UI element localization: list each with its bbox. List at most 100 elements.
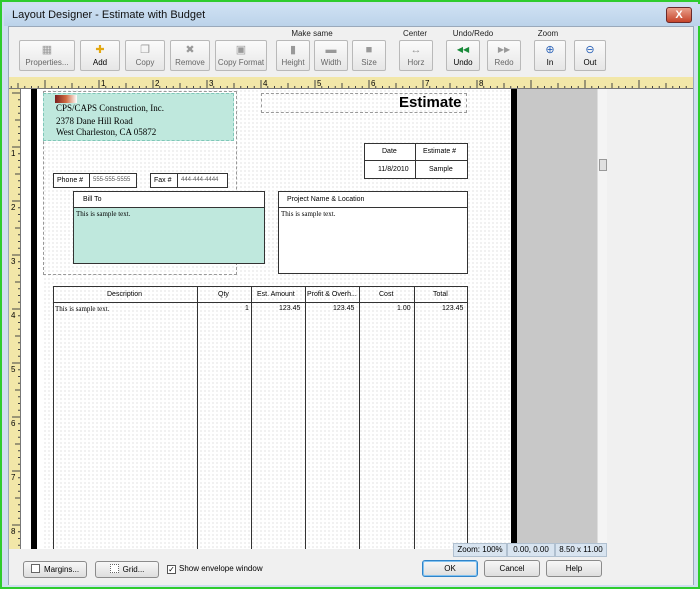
row-total: 123.45 (442, 305, 464, 312)
add-button[interactable]: ✚ Add (80, 40, 120, 71)
ruler-label: 8 (11, 527, 16, 536)
cancel-button[interactable]: Cancel (484, 560, 540, 577)
make-same-height-button[interactable]: ▮ Height (276, 40, 310, 71)
center-horizontal-icon: ↔ (410, 44, 422, 56)
copy-format-icon: ▣ (235, 44, 247, 56)
scrollbar-thumb[interactable] (599, 159, 607, 171)
bottom-bar: Margins... Grid... ✓ Show envelope window… (9, 557, 693, 585)
phone-label: Phone # (57, 177, 84, 184)
column-header-qty: Qty (218, 291, 229, 298)
ruler-label: 2 (11, 203, 16, 212)
envelope-label: Show envelope window (179, 564, 263, 573)
project-text: This is sample text. (281, 210, 336, 218)
row-description: This is sample text. (55, 305, 110, 313)
page-size-status: 8.50 x 11.00 (555, 543, 607, 557)
undo-icon: ◀◀ (456, 45, 470, 54)
column-header-est-amount: Est. Amount (257, 291, 295, 298)
estimate-heading: Estimate (399, 94, 462, 111)
dialog-client: Make same Center Undo/Redo Zoom ▦ Proper… (8, 26, 694, 585)
redo-button[interactable]: ▶▶ Redo (487, 40, 521, 71)
project-box[interactable] (278, 191, 468, 274)
help-button[interactable]: Help (546, 560, 602, 577)
company-name: CPS/CAPS Construction, Inc. (56, 103, 165, 113)
ruler-label: 5 (317, 79, 322, 88)
ruler-label: 2 (155, 79, 160, 88)
company-street: 2378 Dane Hill Road (56, 116, 133, 126)
height-icon: ▮ (289, 44, 297, 56)
envelope-checkbox[interactable]: ✓ (167, 565, 176, 574)
column-header-profit-overhead: Profit & Overh... (307, 291, 357, 298)
make-same-width-button[interactable]: ▬ Width (314, 40, 348, 71)
undo-redo-group-label: Undo/Redo (452, 29, 494, 38)
project-label: Project Name & Location (287, 196, 365, 203)
remove-icon: ✖ (185, 44, 195, 56)
ruler-label: 1 (11, 149, 16, 158)
column-header-total: Total (433, 291, 448, 298)
zoom-in-icon: ⊕ (545, 44, 555, 56)
vertical-ruler: 1 2 3 4 5 6 7 8 (9, 89, 21, 549)
row-cost: 1.00 (397, 305, 411, 312)
phone-value: 555-555-5555 (93, 177, 131, 183)
window-title: Layout Designer - Estimate with Budget (12, 9, 206, 21)
copy-format-button[interactable]: ▣ Copy Format (215, 40, 267, 71)
properties-button[interactable]: ▦ Properties... (19, 40, 75, 71)
zoom-in-button[interactable]: ⊕ In (534, 40, 566, 71)
ruler-label: 3 (11, 257, 16, 266)
estimate-number-value: Sample (429, 166, 453, 173)
grid-icon (109, 564, 119, 573)
title-bar[interactable]: Layout Designer - Estimate with Budget X (4, 4, 700, 26)
left-margin-bar (31, 89, 37, 549)
fax-label: Fax # (154, 177, 172, 184)
column-header-description: Description (107, 291, 143, 298)
fax-value: 444-444-4444 (181, 177, 219, 183)
column-header-cost: Cost (379, 291, 394, 298)
estimate-number-label: Estimate # (423, 148, 457, 155)
row-qty: 1 (245, 305, 249, 312)
zoom-out-button[interactable]: ⊖ Out (574, 40, 606, 71)
bill-to-label: Bill To (83, 196, 102, 203)
form-page[interactable]: CPS/CAPS Construction, Inc. 2378 Dane Hi… (43, 89, 510, 549)
add-icon: ✚ (95, 44, 105, 56)
toolbar: Make same Center Undo/Redo Zoom ▦ Proper… (9, 27, 693, 77)
horizontal-ruler-ticks: 1 2 3 4 5 6 7 8 (10, 79, 687, 88)
make-same-size-button[interactable]: ■ Size (352, 40, 386, 71)
copy-icon: ❐ (140, 44, 150, 56)
layout-canvas[interactable]: CPS/CAPS Construction, Inc. 2378 Dane Hi… (21, 89, 597, 549)
zoom-status: Zoom: 100% (453, 543, 507, 557)
window-frame: Layout Designer - Estimate with Budget X… (0, 0, 700, 589)
zoom-out-icon: ⊖ (585, 44, 595, 56)
date-label: Date (382, 148, 397, 155)
ruler-label: 3 (209, 79, 214, 88)
coordinates-status: 0.00, 0.00 (507, 543, 555, 557)
vertical-scrollbar[interactable] (597, 89, 607, 549)
line-items-table[interactable] (53, 286, 468, 549)
margins-button[interactable]: Margins... (23, 561, 87, 578)
row-est-amount: 123.45 (279, 305, 301, 312)
size-icon: ■ (365, 44, 373, 56)
bill-to-text: This is sample text. (76, 210, 131, 218)
ruler-label: 8 (479, 79, 484, 88)
ruler-label: 1 (101, 79, 106, 88)
close-button[interactable]: X (666, 7, 692, 23)
envelope-option[interactable]: ✓ Show envelope window (167, 564, 263, 574)
vertical-ruler-ticks: 1 2 3 4 5 6 7 8 (11, 92, 20, 546)
zoom-group-label: Zoom (537, 29, 559, 38)
center-horizontal-button[interactable]: ↔ Horz (399, 40, 433, 71)
undo-button[interactable]: ◀◀ Undo (446, 40, 480, 71)
row-profit-overhead: 123.45 (333, 305, 355, 312)
company-logo (55, 95, 77, 103)
ruler-label: 7 (425, 79, 430, 88)
ruler-label: 4 (263, 79, 268, 88)
ok-button[interactable]: OK (422, 560, 478, 577)
ruler-label: 5 (11, 365, 16, 374)
copy-button[interactable]: ❐ Copy (125, 40, 165, 71)
properties-icon: ▦ (41, 44, 53, 56)
width-icon: ▬ (325, 44, 337, 56)
center-group-label: Center (402, 29, 427, 38)
remove-button[interactable]: ✖ Remove (170, 40, 210, 71)
company-city: West Charleston, CA 05872 (56, 127, 157, 137)
ruler-label: 7 (11, 473, 16, 482)
make-same-group-label: Make same (291, 29, 333, 38)
off-page-area (517, 89, 597, 549)
grid-button[interactable]: Grid... (95, 561, 159, 578)
